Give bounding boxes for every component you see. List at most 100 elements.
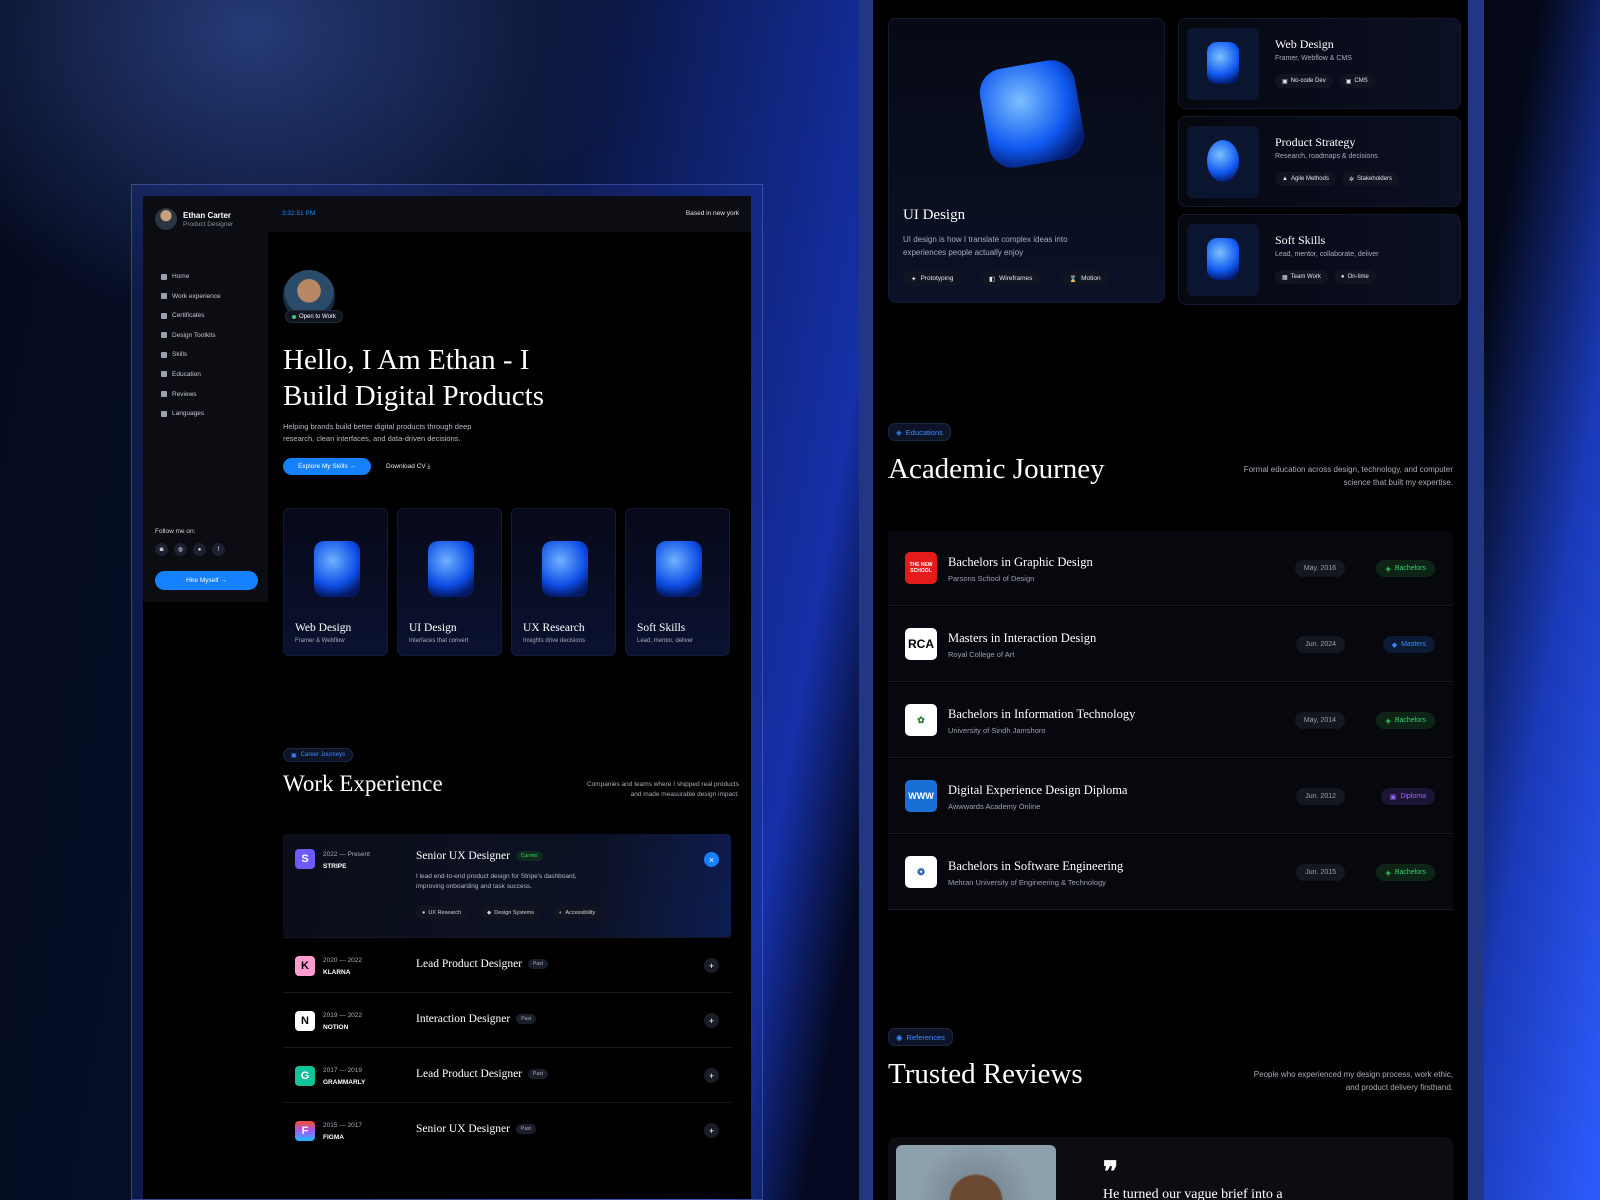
- job-years: 2022 — Present: [323, 851, 370, 858]
- skill-card-web-design[interactable]: Web Design Framer, Webflow & CMS ▣ No-co…: [1178, 18, 1461, 109]
- references-chip: ◉ References: [888, 1028, 953, 1046]
- top-bar: 3:32:51 PM Based in new york: [268, 196, 751, 232]
- dribbble-icon[interactable]: ◍: [174, 543, 187, 556]
- job-tag: ● UX Research: [416, 906, 468, 919]
- facebook-icon[interactable]: f: [212, 543, 225, 556]
- card-tag: ⌛ Motion: [1061, 271, 1109, 286]
- tag-label: Accessibility: [565, 909, 596, 916]
- education-row[interactable]: RCA Masters in Interaction Design Royal …: [888, 607, 1453, 682]
- pen-icon: [161, 332, 167, 339]
- school-name: Royal College of Art: [948, 650, 1015, 659]
- new-school-logo-icon: THE NEW SCHOOL: [905, 552, 937, 584]
- degree-label: Bachelors: [1394, 717, 1426, 724]
- download-cv-button[interactable]: Download CV ⤓: [386, 458, 430, 475]
- card-title: Product Strategy: [1275, 135, 1356, 149]
- github-icon[interactable]: ●: [193, 543, 206, 556]
- profile[interactable]: Ethan Carter Product Designer: [155, 208, 233, 230]
- tag-label: On-time: [1347, 274, 1369, 280]
- hire-button[interactable]: Hire Myself →: [155, 571, 258, 590]
- tag-label: Motion: [1081, 275, 1101, 282]
- education-row[interactable]: THE NEW SCHOOL Bachelors in Graphic Desi…: [888, 531, 1453, 606]
- job-row-expanded[interactable]: S 2022 — Present STRIPE Senior UX Design…: [283, 834, 731, 937]
- profile-name: Ethan Carter: [183, 210, 232, 220]
- job-title-text: Lead Product Designer: [416, 1068, 523, 1080]
- card-tag: ✲ Stakeholders: [1341, 172, 1400, 186]
- tag-label: Design Systems: [494, 909, 534, 916]
- work-experience-description: Companies and teams where I shipped real…: [586, 781, 739, 798]
- tag-label: UX Research: [428, 909, 462, 916]
- skill-subtitle: Interfaces that convert: [409, 638, 469, 644]
- sidebar: Ethan Carter Product Designer Home Work …: [143, 196, 268, 602]
- job-company: FIGMA: [323, 1134, 344, 1141]
- awwwards-logo-icon: WWW: [905, 780, 937, 812]
- pen-nib-icon: [542, 541, 588, 597]
- clock-time: 3:32:51 PM: [282, 210, 316, 217]
- review-text: He turned our vague brief into a: [1103, 1187, 1283, 1200]
- explore-skills-button[interactable]: Explore My Skills →: [283, 458, 371, 475]
- card-subtitle: Research, roadmaps & decisions: [1275, 153, 1378, 160]
- school-name: Parsons School of Design: [948, 574, 1035, 583]
- status-badge: Past: [528, 1069, 549, 1080]
- collapse-icon[interactable]: ×: [704, 852, 719, 867]
- tag-label: Prototyping: [920, 275, 954, 282]
- lightning-icon: [161, 351, 167, 358]
- nav-languages[interactable]: Languages: [161, 410, 221, 417]
- badge-label: Open to Work: [299, 313, 336, 320]
- degree-badge: ◈ Bachelors: [1376, 712, 1435, 729]
- skill-card-ui-design[interactable]: UI Design Interfaces that convert: [397, 508, 502, 656]
- education-row[interactable]: WWW Digital Experience Design Diploma Aw…: [888, 759, 1453, 834]
- education-row[interactable]: ❂ Bachelors in Software Engineering Mehr…: [888, 835, 1453, 910]
- job-company: KLARNA: [323, 969, 351, 976]
- education-row[interactable]: ✿ Bachelors in Information Technology Un…: [888, 683, 1453, 758]
- job-title: Senior UX Designer Past: [416, 1123, 536, 1135]
- job-years: 2020 — 2022: [323, 957, 363, 964]
- tag-label: CMS: [1354, 78, 1368, 84]
- nav-label: Skills: [172, 351, 188, 359]
- job-company: GRAMMARLY: [323, 1079, 366, 1086]
- social-links: ◙ ◍ ● f: [155, 543, 225, 556]
- skill-card-ux-research[interactable]: UX Research Insights drive decisions: [511, 508, 616, 656]
- job-row[interactable]: N 2019 — 2022 NOTION Interaction Designe…: [283, 992, 731, 1047]
- expand-icon[interactable]: +: [704, 958, 719, 973]
- job-row[interactable]: G 2017 — 2019 GRAMMARLY Lead Product Des…: [283, 1047, 731, 1102]
- degree-title: Bachelors in Graphic Design: [948, 555, 1093, 569]
- instagram-icon[interactable]: ◙: [155, 543, 168, 556]
- briefcase-icon: ▣: [291, 752, 297, 759]
- mehran-university-seal-icon: ❂: [905, 856, 937, 888]
- nav-certificates[interactable]: Certificates: [161, 312, 221, 319]
- card-tags: ▦ Team Work ● On-time: [1275, 270, 1376, 284]
- nav-home[interactable]: Home: [161, 273, 221, 280]
- skill-card-ui-design-large[interactable]: UI Design UI design is how I translate c…: [888, 18, 1165, 303]
- skill-card-soft-skills[interactable]: Soft Skills Lead, mentor, collaborate, d…: [1178, 214, 1461, 305]
- nav-label: Certificates: [172, 312, 205, 320]
- expand-icon[interactable]: +: [704, 1123, 719, 1138]
- job-title: Lead Product Designer Past: [416, 958, 549, 970]
- expand-icon[interactable]: +: [704, 1013, 719, 1028]
- card-subtitle: Framer, Webflow & CMS: [1275, 55, 1352, 62]
- skill-card-web-design[interactable]: Web Design Framer & Webflow: [283, 508, 388, 656]
- job-title: Senior UX Designer Current: [416, 850, 543, 862]
- card-tags: ▣ No-code Dev ▣ CMS: [1275, 74, 1375, 88]
- job-row[interactable]: K 2020 — 2022 KLARNA Lead Product Design…: [283, 937, 731, 992]
- job-company: STRIPE: [323, 863, 347, 870]
- briefcase-icon: [161, 293, 167, 300]
- job-years: 2015 — 2017: [323, 1122, 363, 1129]
- ui-cube-icon: [976, 56, 1088, 172]
- hero-description: Helping brands build better digital prod…: [283, 422, 472, 443]
- ui-cube-icon: [428, 541, 474, 597]
- work-experience-title: Work Experience: [283, 771, 443, 796]
- nav-education[interactable]: Education: [161, 371, 221, 378]
- card-tag: ● On-time: [1333, 270, 1376, 284]
- nav-label: Reviews: [172, 390, 197, 398]
- nav-design-toolkits[interactable]: Design Toolkits: [161, 332, 221, 339]
- nav-work-experience[interactable]: Work experience: [161, 293, 221, 300]
- job-title: Lead Product Designer Past: [416, 1068, 549, 1080]
- job-row[interactable]: F 2015 — 2017 FIGMA Senior UX Designer Pa…: [283, 1102, 731, 1157]
- nav-reviews[interactable]: Reviews: [161, 391, 221, 398]
- degree-label: Diploma: [1400, 793, 1426, 800]
- expand-icon[interactable]: +: [704, 1068, 719, 1083]
- nav-skills[interactable]: Skills: [161, 351, 221, 358]
- skill-card-soft-skills[interactable]: Soft Skills Lead, mentor, deliver: [625, 508, 730, 656]
- sindh-university-seal-icon: ✿: [905, 704, 937, 736]
- skill-card-product-strategy[interactable]: Product Strategy Research, roadmaps & de…: [1178, 116, 1461, 207]
